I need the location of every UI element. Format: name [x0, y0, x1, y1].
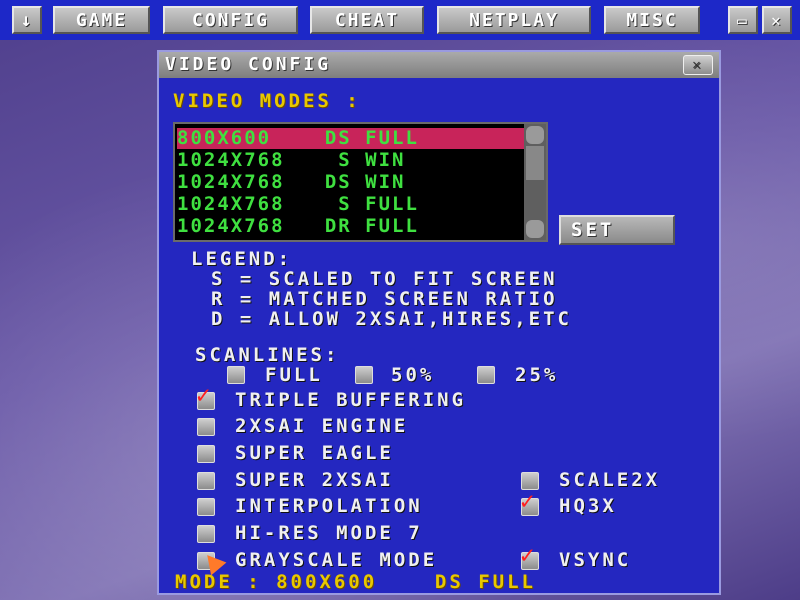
- scroll-thumb[interactable]: [526, 146, 544, 180]
- scanlines-25-label: 25%: [515, 364, 559, 386]
- set-button[interactable]: SET: [559, 215, 675, 245]
- interpolation-label: INTERPOLATION: [235, 495, 423, 517]
- super-2xsai-checkbox[interactable]: [197, 472, 215, 490]
- minimize-icon: ▭: [737, 10, 749, 30]
- close-icon: ✕: [692, 57, 704, 73]
- scanlines-50-label: 50%: [391, 364, 435, 386]
- legend-line: D = ALLOW 2XSAI,HIRES,ETC: [211, 308, 572, 330]
- vsync-checkbox[interactable]: ✓: [520, 543, 539, 570]
- scanlines-full-checkbox[interactable]: [227, 366, 245, 384]
- menu-cheat[interactable]: CHEAT: [310, 6, 424, 34]
- checkmark-icon: ✓: [196, 381, 211, 409]
- menu-netplay[interactable]: NETPLAY: [437, 6, 591, 34]
- checkmark-icon: ✓: [520, 541, 535, 569]
- arrow-down-icon: ↓: [20, 9, 34, 31]
- interpolation-checkbox[interactable]: [197, 498, 215, 516]
- video-modes-label: VIDEO MODES :: [173, 90, 361, 112]
- scanlines-label: SCANLINES:: [195, 344, 340, 366]
- legend-title: LEGEND:: [191, 248, 293, 270]
- 2xsai-engine-label: 2XSAI ENGINE: [235, 415, 409, 437]
- menu-game[interactable]: GAME: [53, 6, 150, 34]
- list-item[interactable]: 1024X768 S FULL: [177, 194, 525, 215]
- dropdown-arrow-button[interactable]: ↓: [12, 6, 42, 34]
- 2xsai-engine-checkbox[interactable]: [197, 418, 215, 436]
- triple-buffering-checkbox[interactable]: ✓: [196, 383, 215, 410]
- hq3x-label: HQ3X: [559, 495, 617, 517]
- vsync-label: VSYNC: [559, 549, 632, 571]
- scroll-up-button[interactable]: [526, 126, 544, 144]
- scale2x-label: SCALE2X: [559, 469, 661, 491]
- window-titlebar[interactable]: VIDEO CONFIG ✕: [159, 52, 719, 78]
- super-2xsai-label: SUPER 2XSAI: [235, 469, 394, 491]
- list-scrollbar[interactable]: [524, 124, 546, 240]
- scanlines-25-checkbox[interactable]: [477, 366, 495, 384]
- window-title: VIDEO CONFIG: [165, 54, 332, 75]
- hires-mode7-label: HI-RES MODE 7: [235, 522, 423, 544]
- scroll-down-button[interactable]: [526, 220, 544, 238]
- close-icon: ✕: [771, 10, 783, 30]
- video-modes-list[interactable]: 800X600 DS FULL 1024X768 S WIN 1024X768 …: [173, 122, 548, 242]
- menu-config[interactable]: CONFIG: [163, 6, 298, 34]
- menu-bar: ↓ GAME CONFIG CHEAT NETPLAY MISC ▭ ✕: [0, 0, 800, 40]
- list-item[interactable]: 1024X768 S WIN: [177, 150, 525, 171]
- legend-line: S = SCALED TO FIT SCREEN: [211, 268, 558, 290]
- grayscale-label: GRAYSCALE MODE: [235, 549, 438, 571]
- scanlines-50-checkbox[interactable]: [355, 366, 373, 384]
- scanlines-full-label: FULL: [265, 364, 323, 386]
- list-item[interactable]: 800X600 DS FULL: [177, 128, 525, 149]
- super-eagle-checkbox[interactable]: [197, 445, 215, 463]
- triple-buffering-label: TRIPLE BUFFERING: [235, 389, 467, 411]
- legend-line: R = MATCHED SCREEN RATIO: [211, 288, 558, 310]
- video-config-window: VIDEO CONFIG ✕ VIDEO MODES : 800X600 DS …: [157, 50, 721, 595]
- list-item[interactable]: 1024X768 DR FULL: [177, 216, 525, 237]
- hq3x-checkbox[interactable]: ✓: [520, 489, 539, 516]
- list-item[interactable]: 1024X768 DS WIN: [177, 172, 525, 193]
- menu-misc[interactable]: MISC: [604, 6, 700, 34]
- hires-mode7-checkbox[interactable]: [197, 525, 215, 543]
- close-app-button[interactable]: ✕: [762, 6, 792, 34]
- window-close-button[interactable]: ✕: [683, 55, 713, 75]
- super-eagle-label: SUPER EAGLE: [235, 442, 394, 464]
- minimize-button[interactable]: ▭: [728, 6, 758, 34]
- mode-status: MODE : 800X600 DS FULL: [175, 571, 536, 593]
- checkmark-icon: ✓: [520, 487, 535, 515]
